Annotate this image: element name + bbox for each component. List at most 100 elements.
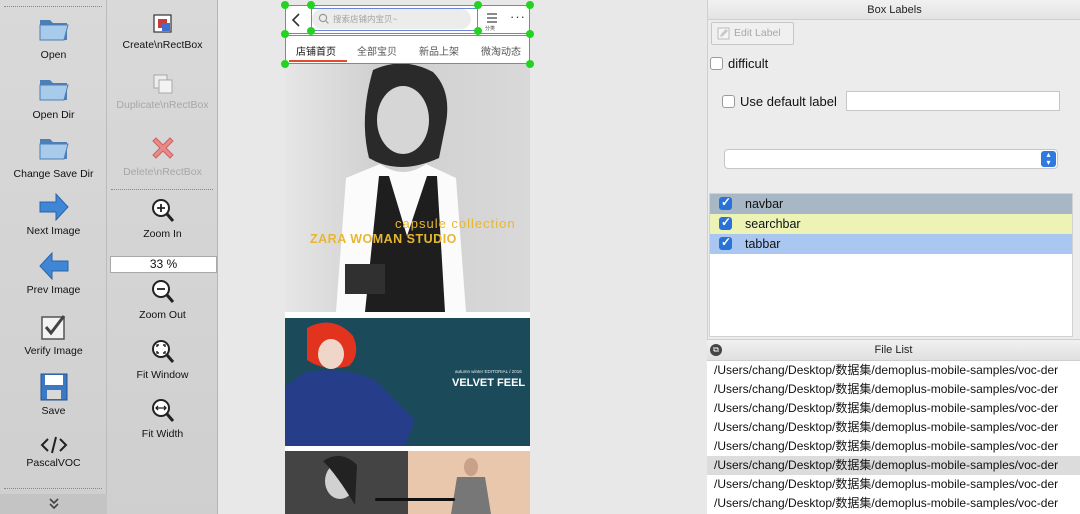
folder-icon: [39, 139, 69, 160]
fit-window-button[interactable]: Fit Window: [107, 338, 218, 381]
zoom-in-button[interactable]: Zoom In: [107, 197, 218, 240]
zoom-out-label: Zoom Out: [139, 309, 186, 321]
expand-toolbar-button[interactable]: [0, 494, 107, 514]
file-list-item[interactable]: /Users/chang/Desktop/数据集/demoplus-mobile…: [707, 361, 1080, 380]
open-button[interactable]: Open: [0, 12, 107, 61]
label-visibility-checkbox[interactable]: [719, 215, 732, 230]
label-name: searchbar: [745, 217, 801, 231]
folder-icon: [39, 20, 69, 41]
save-button[interactable]: Save: [0, 372, 107, 417]
arrow-left-icon: [38, 251, 68, 281]
create-rect-box-label: Create\nRectBox: [122, 39, 203, 51]
fit-width-button[interactable]: Fit Width: [107, 397, 218, 440]
file-list-item-selected[interactable]: /Users/chang/Desktop/数据集/demoplus-mobile…: [707, 456, 1080, 475]
file-list-item[interactable]: /Users/chang/Desktop/数据集/demoplus-mobile…: [707, 380, 1080, 399]
label-visibility-checkbox[interactable]: [719, 195, 732, 210]
file-list[interactable]: /Users/chang/Desktop/数据集/demoplus-mobile…: [707, 361, 1080, 514]
create-rect-box-button[interactable]: Create\nRectBox: [107, 12, 218, 51]
label-name: navbar: [745, 197, 784, 211]
box-corner-handle[interactable]: [474, 1, 482, 9]
box-corner-handle[interactable]: [526, 30, 534, 38]
zoom-out-button[interactable]: Zoom Out: [107, 278, 218, 321]
fit-window-icon: [151, 340, 174, 363]
file-list-title: File List: [874, 344, 913, 356]
use-default-label-checkbox[interactable]: [722, 95, 735, 108]
label-visibility-checkbox[interactable]: [719, 235, 732, 250]
zoom-level-display[interactable]: 33 %: [110, 256, 217, 273]
label-item-tabbar[interactable]: tabbar: [710, 234, 1072, 254]
fit-width-label: Fit Width: [141, 428, 184, 440]
edit-label-icon: [717, 27, 730, 40]
pascal-voc-label: PascalVOC: [26, 457, 81, 469]
open-label: Open: [40, 49, 67, 61]
label-item-searchbar[interactable]: searchbar: [710, 214, 1072, 234]
difficult-checkbox[interactable]: [710, 57, 723, 70]
next-image-button[interactable]: Next Image: [0, 192, 107, 237]
verify-image-button[interactable]: Verify Image: [0, 312, 107, 357]
delete-rect-box-label: Delete\nRectBox: [123, 166, 202, 178]
duplicate-rect-box-button[interactable]: Duplicate\nRectBox: [107, 72, 218, 111]
bottom-banner-photo: [285, 451, 530, 514]
toolbar-divider: [4, 6, 102, 7]
pascal-voc-button[interactable]: PascalVOC: [0, 436, 107, 469]
box-corner-handle[interactable]: [474, 27, 482, 35]
folder-icon: [39, 80, 69, 101]
banner-subtitle: capsule collection: [395, 216, 516, 231]
box-corner-handle[interactable]: [307, 27, 315, 35]
delete-rect-box-button[interactable]: Delete\nRectBox: [107, 133, 218, 178]
default-label-input[interactable]: [846, 91, 1060, 111]
prev-image-button[interactable]: Prev Image: [0, 251, 107, 296]
box-corner-handle[interactable]: [526, 1, 534, 9]
edit-label-button[interactable]: Edit Label: [711, 22, 794, 45]
code-icon: [40, 436, 67, 454]
fit-width-icon: [151, 399, 174, 422]
file-list-header: ⧉ File List: [707, 339, 1080, 361]
banner2-small-text: autumn winter EDITORIAL / 2016: [455, 369, 522, 374]
next-image-label: Next Image: [26, 225, 81, 237]
duplicate-rect-box-label: Duplicate\nRectBox: [116, 99, 209, 111]
file-list-item[interactable]: /Users/chang/Desktop/数据集/demoplus-mobile…: [707, 437, 1080, 456]
box-corner-handle[interactable]: [526, 60, 534, 68]
arrow-right-icon: [39, 192, 69, 222]
searchbar-bounding-box[interactable]: [311, 8, 478, 31]
box-corner-handle[interactable]: [281, 60, 289, 68]
box-corner-handle[interactable]: [281, 1, 289, 9]
label-list[interactable]: navbar searchbar tabbar: [709, 193, 1073, 337]
duplicate-icon: [153, 74, 172, 94]
bottom-banner[interactable]: [285, 451, 530, 514]
tabbar-bounding-box[interactable]: [285, 35, 530, 64]
label-combo-box[interactable]: ▴ ▾: [724, 149, 1058, 169]
toolbar-divider: [4, 488, 102, 489]
prev-image-label: Prev Image: [26, 284, 81, 296]
velvet-banner[interactable]: autumn winter EDITORIAL / 2016 VELVET FE…: [285, 318, 530, 446]
file-list-item[interactable]: /Users/chang/Desktop/数据集/demoplus-mobile…: [707, 418, 1080, 437]
verify-image-label: Verify Image: [24, 345, 83, 357]
double-chevron-down-icon: [48, 498, 59, 510]
combo-arrows-icon: ▴ ▾: [1041, 151, 1056, 167]
zoom-in-label: Zoom In: [143, 228, 182, 240]
checkbox-icon: [40, 315, 65, 340]
fit-window-label: Fit Window: [136, 369, 189, 381]
edit-label-text: Edit Label: [734, 27, 781, 39]
main-toolbar: Open Open Dir Change Save Dir Next Image…: [0, 0, 107, 514]
save-label: Save: [41, 405, 66, 417]
annotated-screenshot[interactable]: 分类 ··· 店铺首页 全部宝贝 新品上架 微淘动态 capsule colle…: [285, 5, 530, 514]
open-dir-button[interactable]: Open Dir: [0, 72, 107, 121]
file-list-item[interactable]: /Users/chang/Desktop/数据集/demoplus-mobile…: [707, 494, 1080, 513]
floppy-disk-icon: [40, 373, 67, 401]
box-corner-handle[interactable]: [281, 30, 289, 38]
banner-title: ZARA WOMAN STUDIO: [310, 232, 457, 246]
delete-x-icon: [151, 137, 174, 159]
difficult-label: difficult: [728, 56, 769, 71]
create-box-icon: [152, 14, 172, 33]
zoom-in-icon: [151, 199, 174, 222]
use-default-label-text: Use default label: [740, 94, 837, 109]
change-save-dir-button[interactable]: Change Save Dir: [0, 131, 107, 180]
box-corner-handle[interactable]: [307, 1, 315, 9]
file-list-item[interactable]: /Users/chang/Desktop/数据集/demoplus-mobile…: [707, 475, 1080, 494]
change-save-dir-label: Change Save Dir: [13, 168, 94, 180]
label-item-navbar[interactable]: navbar: [710, 194, 1072, 214]
file-list-item[interactable]: /Users/chang/Desktop/数据集/demoplus-mobile…: [707, 399, 1080, 418]
zoom-out-icon: [151, 280, 174, 303]
fashion-banner[interactable]: capsule collection ZARA WOMAN STUDIO: [285, 64, 530, 312]
